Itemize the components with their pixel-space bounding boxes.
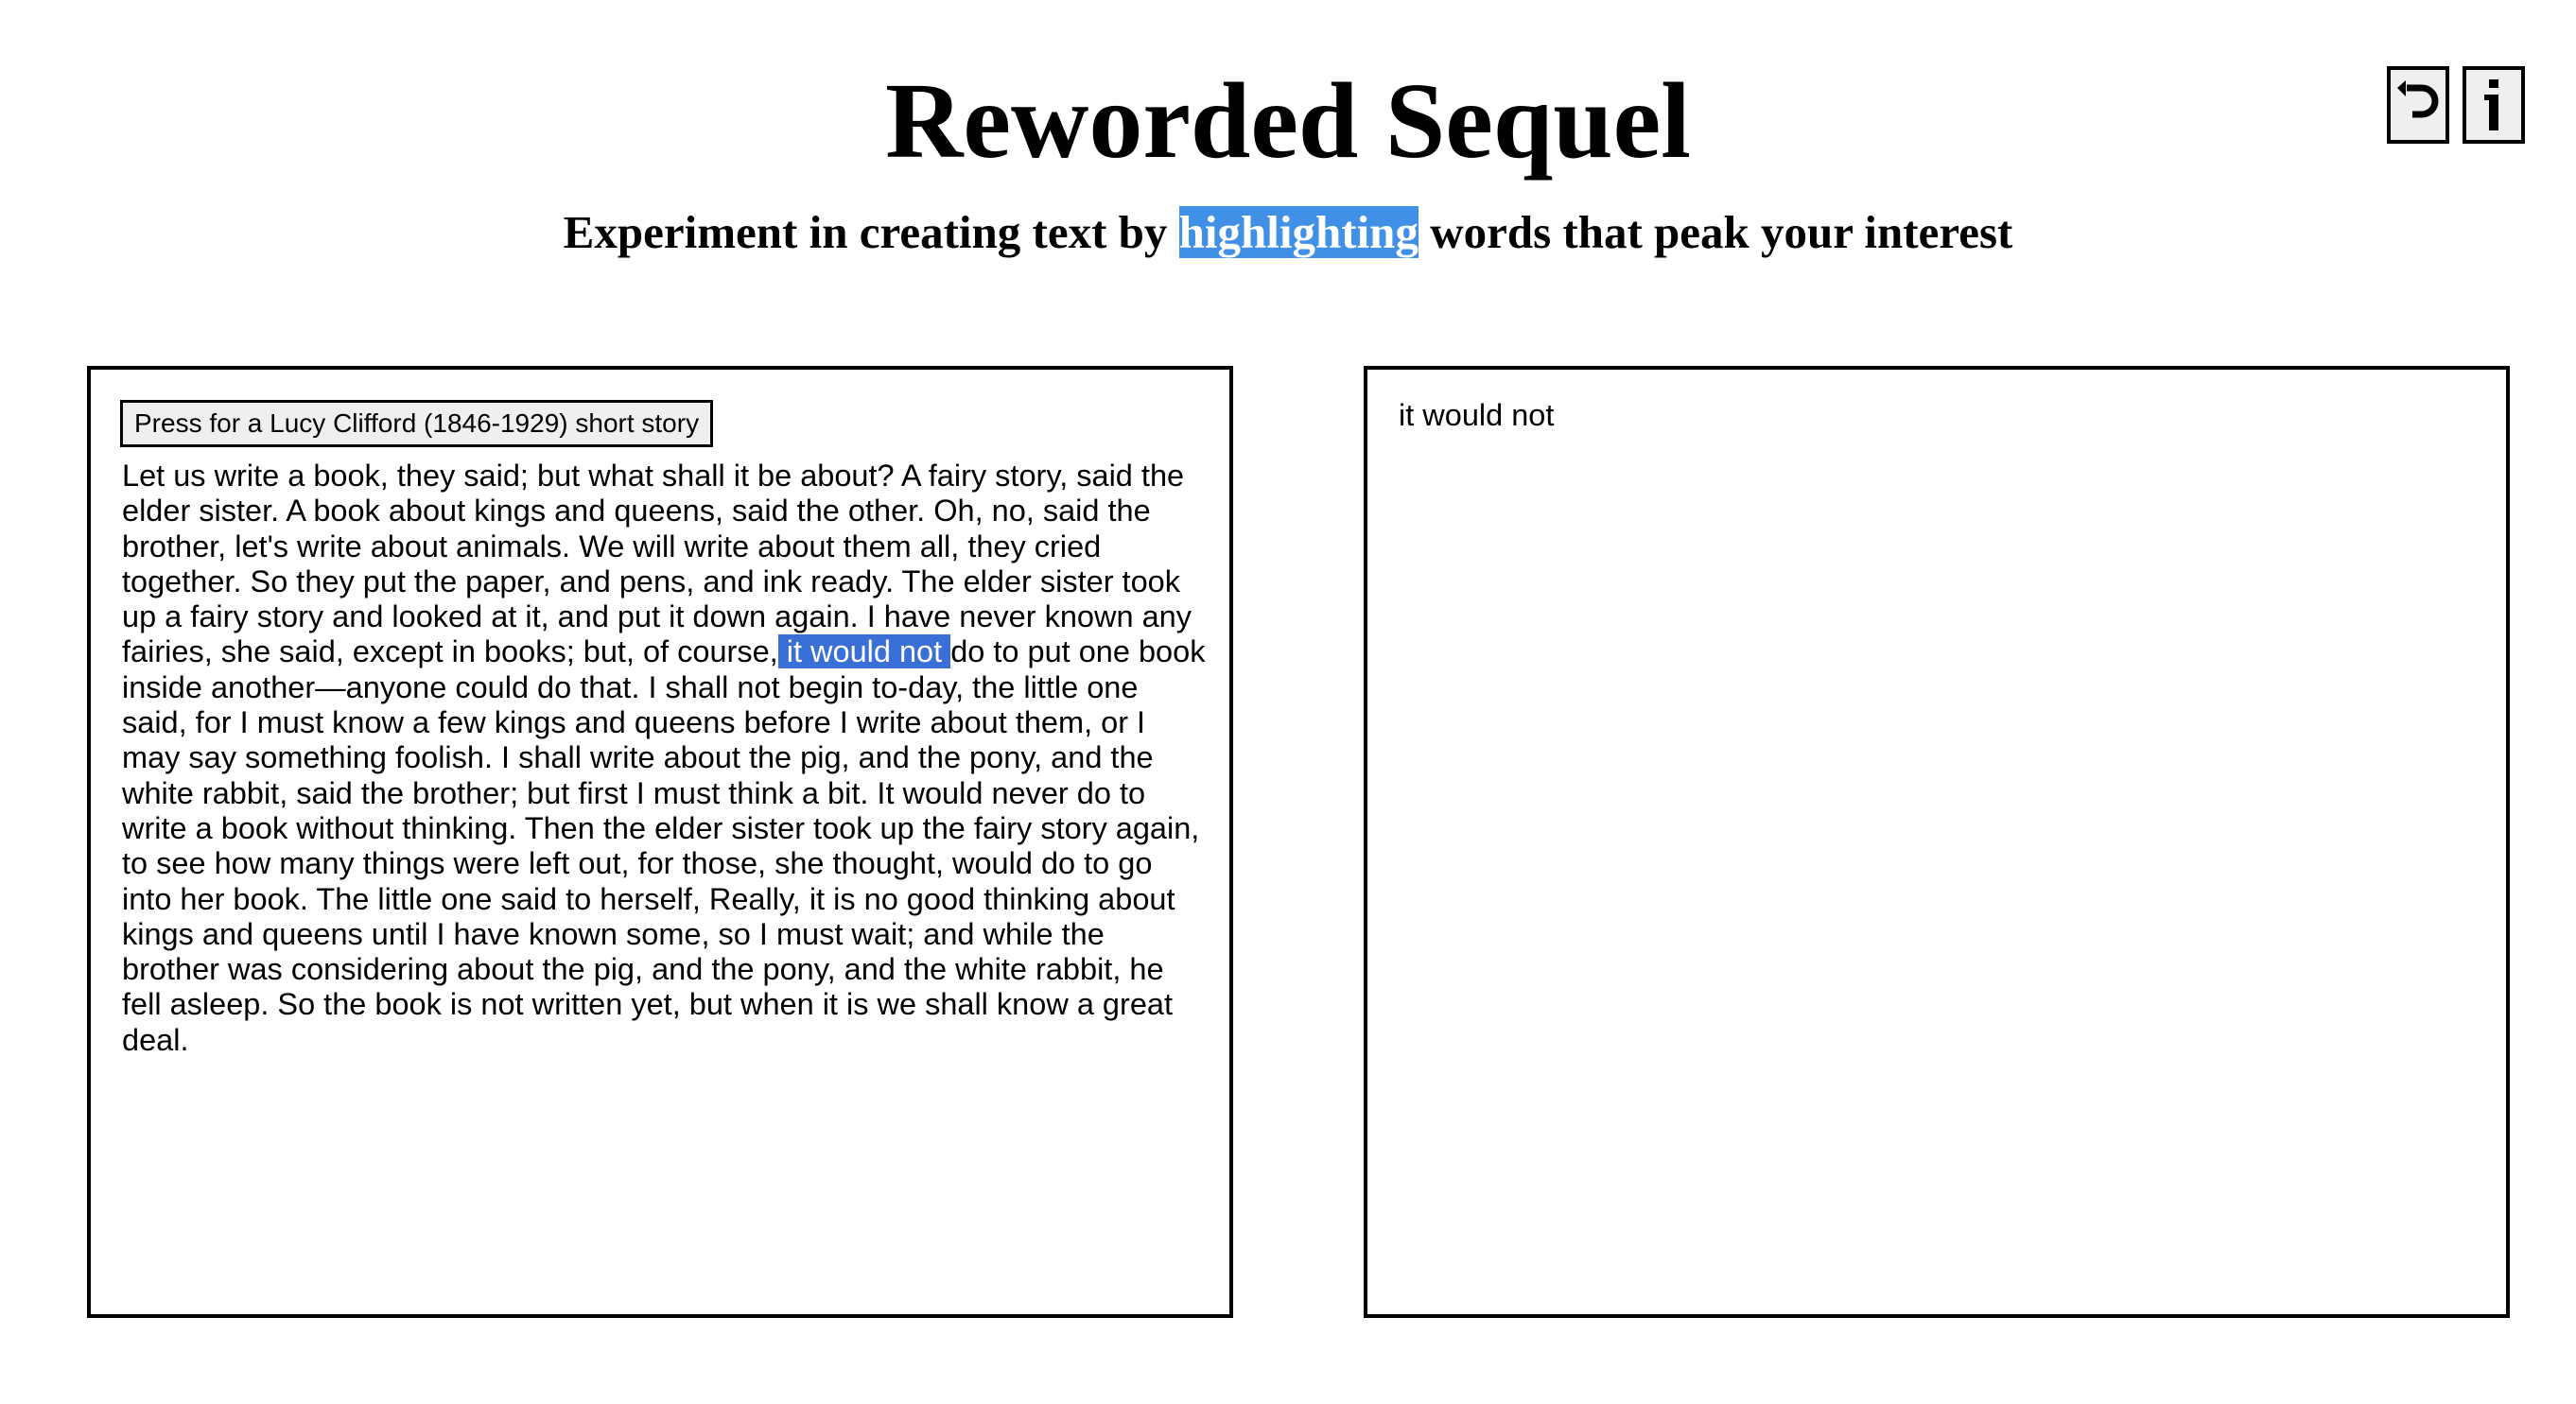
page-subtitle: Experiment in creating text by highlight… xyxy=(0,203,2576,262)
info-icon xyxy=(2484,79,2498,130)
output-text-panel: it would not xyxy=(1364,366,2510,1318)
story-text[interactable]: Let us write a book, they said; but what… xyxy=(122,459,1210,1058)
load-story-button[interactable]: Press for a Lucy Clifford (1846-1929) sh… xyxy=(120,400,714,447)
undo-button[interactable] xyxy=(2387,66,2449,144)
undo-icon xyxy=(2397,80,2439,118)
source-text-panel: Press for a Lucy Clifford (1846-1929) sh… xyxy=(87,366,1233,1318)
page-title: Reworded Sequel xyxy=(885,61,1691,181)
subtitle-highlighted-word: highlighting xyxy=(1178,206,1419,258)
subtitle-text-end: words that peak your interest xyxy=(1418,206,2013,258)
info-button[interactable] xyxy=(2463,66,2525,144)
subtitle-text-start: Experiment in creating text by xyxy=(563,206,1179,258)
story-text-after-selection[interactable]: do to put one book inside another—anyone… xyxy=(122,634,1205,1056)
selected-text[interactable]: it would not xyxy=(777,634,951,669)
collected-text: it would not xyxy=(1399,398,1555,432)
